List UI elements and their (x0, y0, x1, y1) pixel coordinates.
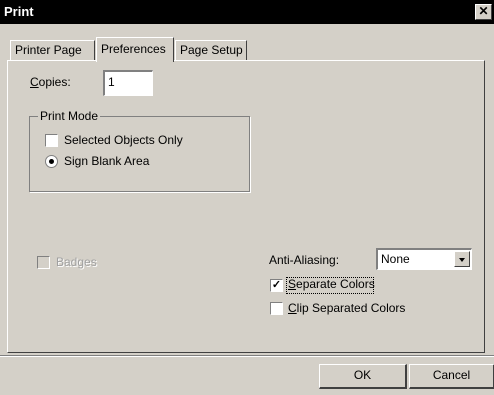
selected-objects-only-label: Selected Objects Only (64, 133, 183, 147)
close-icon: ✕ (478, 4, 489, 18)
separate-colors-label: Separate Colors (288, 277, 375, 291)
ok-label: OK (353, 368, 372, 382)
copies-label: Copies: (30, 75, 71, 89)
sign-blank-area-label: Sign Blank Area (64, 154, 150, 168)
badges-label: Badges (56, 255, 97, 269)
badges-checkbox[interactable] (37, 256, 50, 269)
cancel-button[interactable]: Cancel (409, 364, 494, 389)
clip-separated-colors-label: Clip Separated Colors (288, 301, 406, 315)
tab-label: Printer Page (15, 43, 82, 57)
tab-label: Preferences (101, 42, 166, 56)
sign-blank-area-radio[interactable] (45, 155, 58, 168)
tab-label: Page Setup (180, 43, 243, 57)
selected-objects-only-checkbox[interactable] (45, 134, 58, 147)
anti-aliasing-select[interactable]: None (376, 248, 472, 270)
anti-aliasing-value: None (381, 252, 410, 266)
close-button[interactable]: ✕ (475, 4, 492, 20)
clip-separated-colors-checkbox[interactable] (270, 302, 283, 315)
chevron-down-icon[interactable] (454, 251, 470, 267)
footer-separator (0, 355, 494, 357)
title-bar: Print ✕ (0, 0, 494, 24)
checkmark-icon: ✓ (271, 279, 282, 291)
tab-page-setup[interactable]: Page Setup (175, 40, 247, 60)
ok-button[interactable]: OK (319, 364, 407, 389)
radio-dot (49, 159, 54, 164)
anti-aliasing-label: Anti-Aliasing: (269, 253, 340, 267)
window-title: Print (4, 4, 34, 19)
tab-printer-page[interactable]: Printer Page (10, 40, 95, 60)
separate-colors-checkbox[interactable]: ✓ (270, 279, 283, 292)
preferences-panel (7, 60, 485, 353)
print-mode-label: Print Mode (38, 109, 101, 123)
cancel-label: Cancel (432, 368, 471, 382)
copies-input[interactable]: 1 (103, 70, 153, 96)
tab-preferences[interactable]: Preferences (96, 37, 174, 62)
